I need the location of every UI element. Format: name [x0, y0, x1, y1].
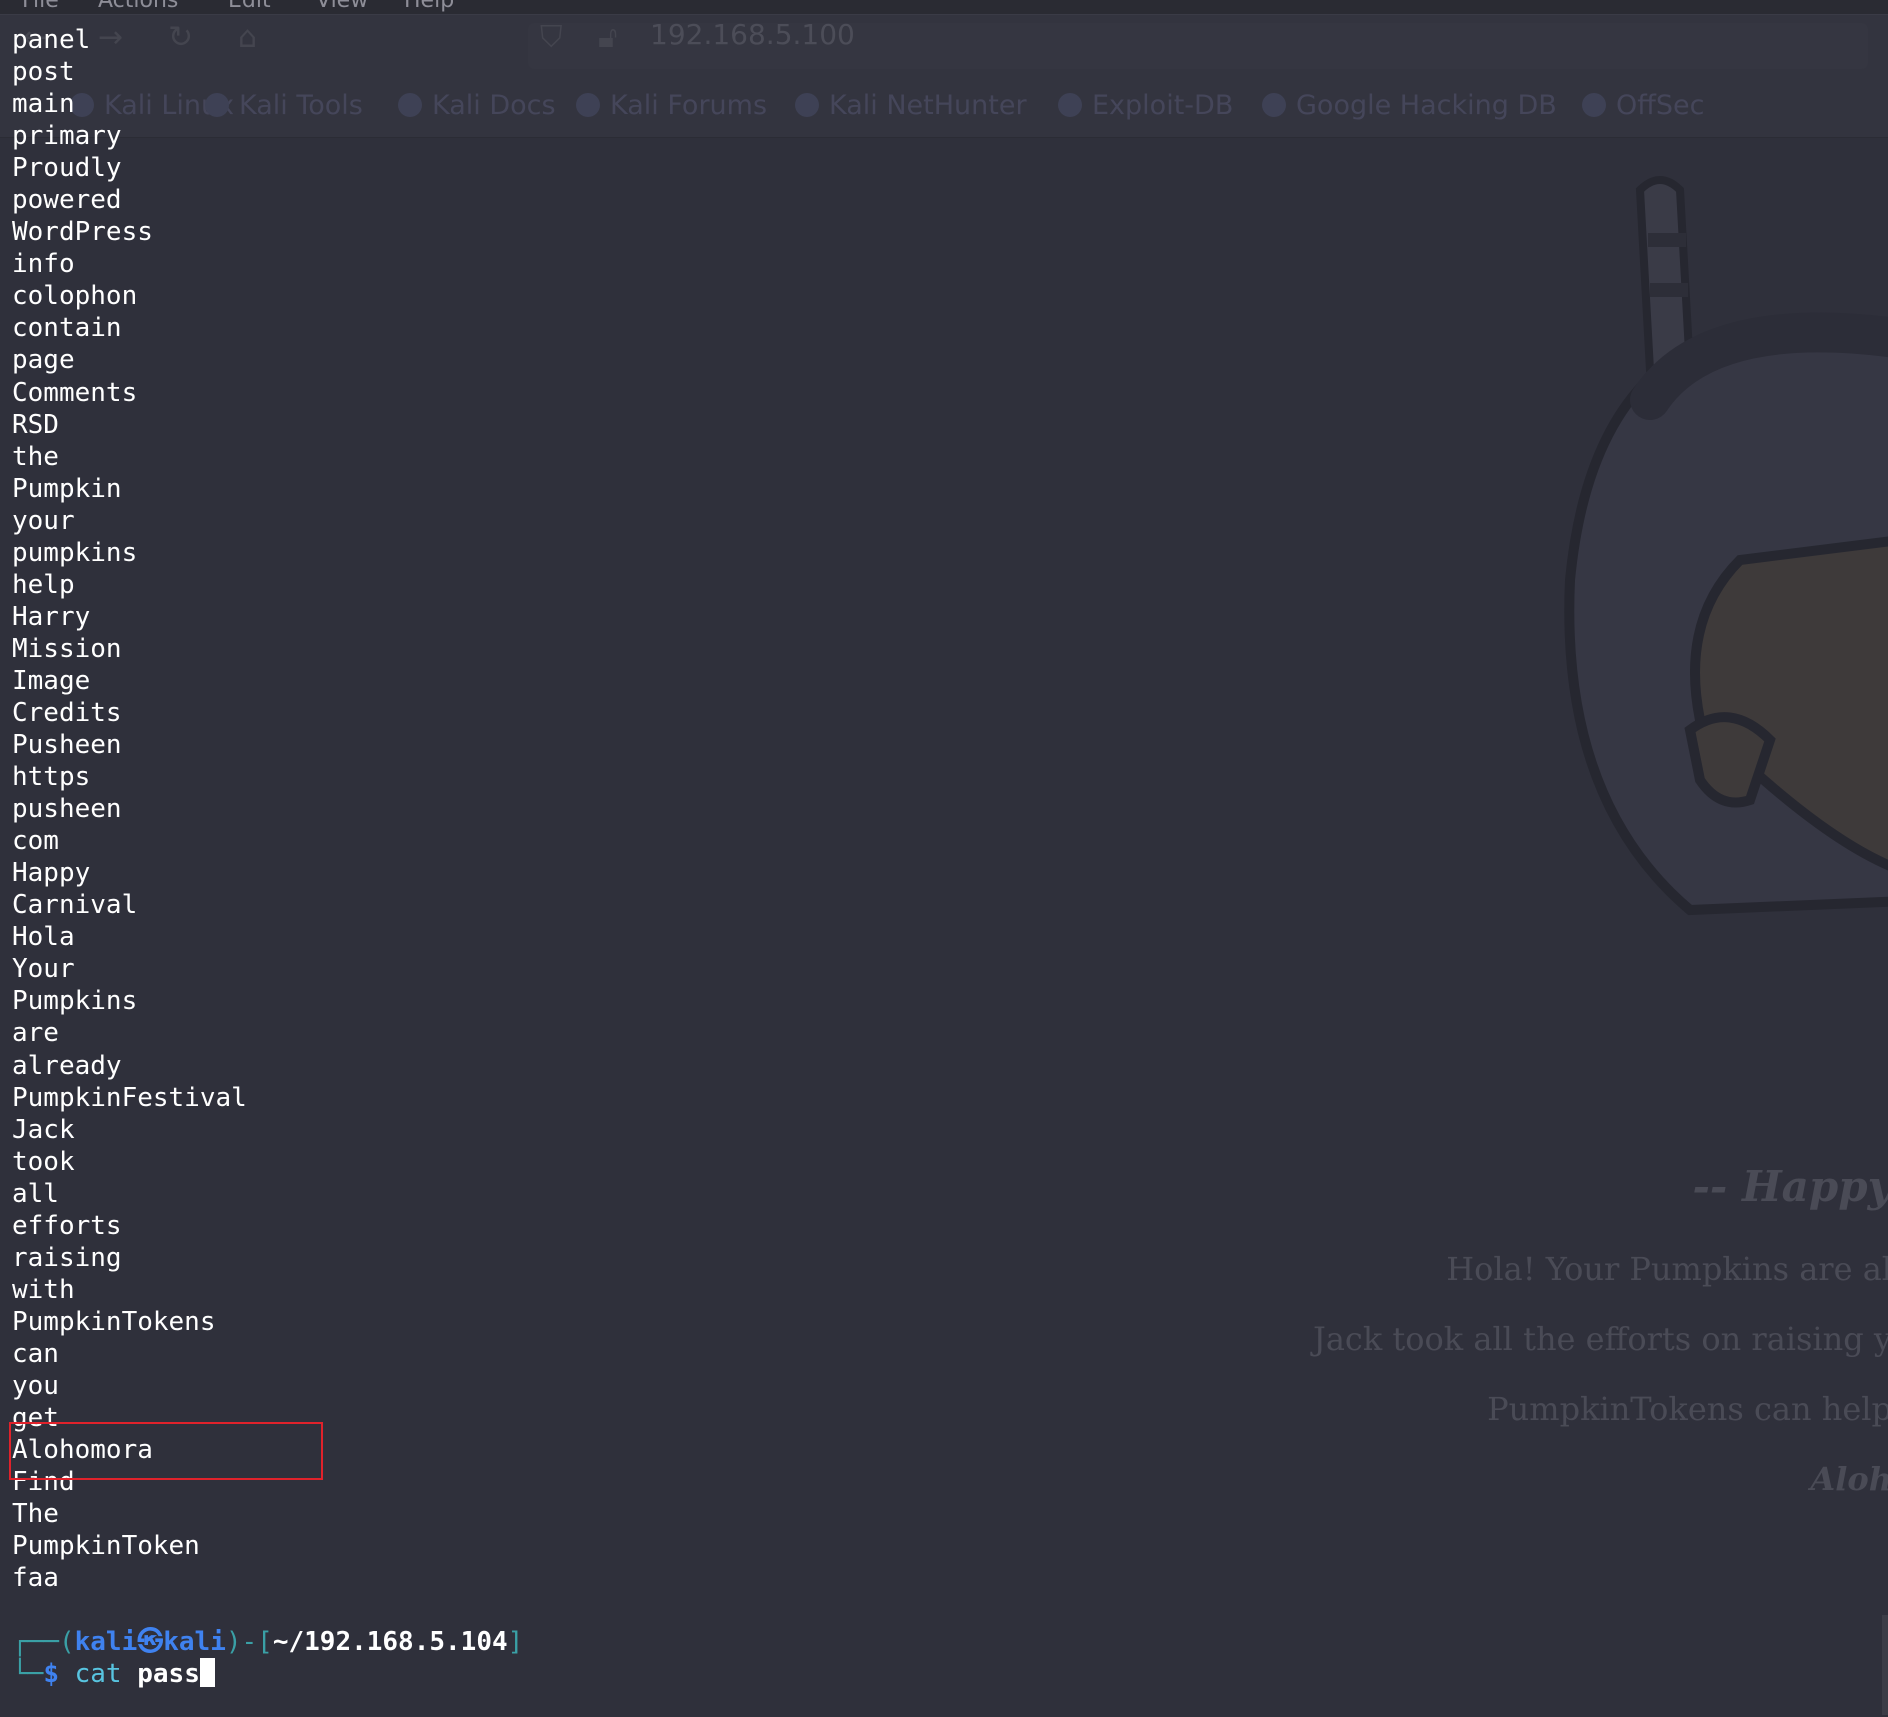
- terminal-output-line: PumpkinToken: [12, 1531, 200, 1562]
- terminal-output-line: com: [12, 826, 59, 857]
- terminal-output-line: Credits: [12, 697, 122, 728]
- terminal-window[interactable]: panel post main primary Proudly powered WordPr…: [0, 0, 1888, 1717]
- terminal-output-line: Jack: [12, 1114, 75, 1145]
- terminal-output-line: Pumpkins: [12, 986, 138, 1017]
- terminal-output-line: Carnival: [12, 890, 138, 921]
- terminal-output-line: contain: [12, 313, 122, 344]
- command-argument: pass: [137, 1659, 200, 1689]
- terminal-output-line: you: [12, 1370, 59, 1401]
- terminal-output-line: Your: [12, 954, 75, 985]
- terminal-output-line: with: [12, 1274, 75, 1305]
- terminal-output-line: raising: [12, 1242, 122, 1273]
- text-cursor: [199, 1658, 215, 1687]
- terminal-output-line: Comments: [12, 377, 138, 408]
- terminal-output-line: help: [12, 569, 75, 600]
- prompt-path: ~/192.168.5.104: [272, 1627, 508, 1657]
- terminal-output-line: Proudly: [12, 153, 122, 184]
- terminal-output-line: pusheen: [12, 794, 122, 825]
- terminal-output-line: Image: [12, 665, 91, 696]
- prompt-frame-bottom: └─: [12, 1659, 44, 1689]
- scrollbar-handle[interactable]: [1882, 1615, 1888, 1715]
- terminal-output: panel post main primary Proudly powered WordPr…: [12, 24, 247, 1594]
- prompt-symbol: $: [43, 1659, 59, 1689]
- terminal-output-line: your: [12, 505, 75, 536]
- terminal-output-line: Happy: [12, 858, 91, 889]
- terminal-output-line: efforts: [12, 1210, 122, 1241]
- terminal-output-line: took: [12, 1146, 75, 1177]
- terminal-output-line: The: [12, 1499, 59, 1530]
- terminal-output-line: Harry: [12, 601, 91, 632]
- terminal-output-line: info: [12, 249, 75, 280]
- prompt-user-host: kali㉿kali: [74, 1627, 226, 1657]
- command-text: cat: [74, 1659, 122, 1689]
- terminal-output-line: post: [12, 57, 75, 88]
- terminal-output-line: page: [12, 345, 75, 376]
- terminal-output-line: Hola: [12, 922, 75, 953]
- terminal-output-line: PumpkinFestival: [12, 1082, 247, 1113]
- terminal-output-line: Pusheen: [12, 730, 122, 761]
- terminal-output-line: WordPress: [12, 217, 153, 248]
- terminal-output-line: are: [12, 1018, 59, 1049]
- terminal-output-line: main: [12, 89, 75, 120]
- terminal-output-line: RSD: [12, 409, 59, 440]
- terminal-output-line: PumpkinTokens: [12, 1306, 216, 1337]
- prompt-frame-top: ┌──(: [12, 1627, 75, 1657]
- command-line[interactable]: └─$ cat pass: [12, 1658, 215, 1690]
- terminal-output-line: panel: [12, 25, 91, 55]
- terminal-output-line: the: [12, 441, 59, 472]
- prompt-line: ┌──(kali㉿kali)-[~/192.168.5.104]: [12, 1626, 523, 1658]
- terminal-output-line: pumpkins: [12, 537, 138, 568]
- terminal-output-line: primary: [12, 121, 122, 152]
- terminal-output-line: colophon: [12, 281, 138, 312]
- prompt-separator: )-[: [225, 1627, 273, 1657]
- terminal-output-line: all: [12, 1178, 59, 1209]
- terminal-output-line: Pumpkin: [12, 473, 122, 504]
- terminal-output-line: Mission: [12, 633, 122, 664]
- highlight-annotation-box: [9, 1422, 323, 1480]
- terminal-output-line: powered: [12, 185, 122, 216]
- terminal-output-line: https: [12, 762, 91, 793]
- terminal-output-line: already: [12, 1050, 122, 1081]
- terminal-output-line: can: [12, 1338, 59, 1369]
- terminal-output-line: faa: [12, 1563, 59, 1594]
- prompt-bracket-end: ]: [507, 1627, 524, 1657]
